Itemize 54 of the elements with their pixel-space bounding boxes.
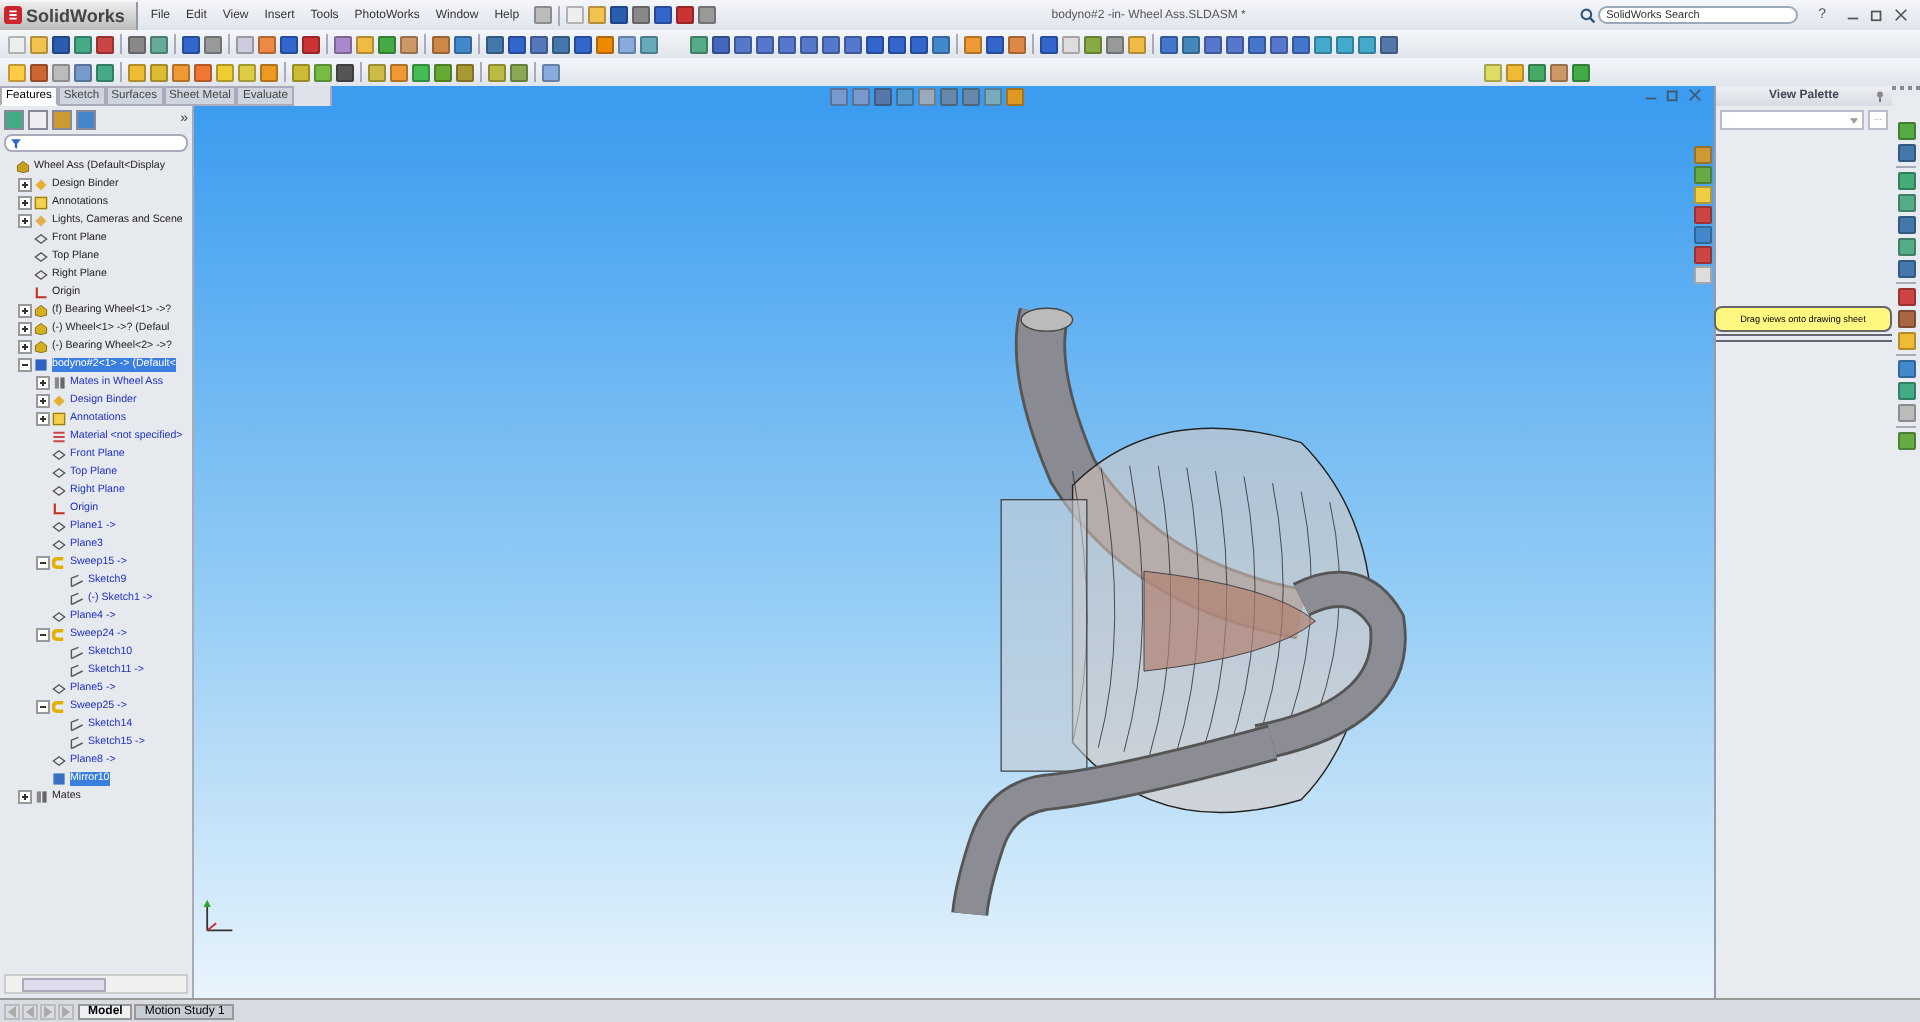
origin-icon [52,502,66,516]
expander-toggle[interactable] [18,196,32,210]
search-icon [1580,7,1597,23]
horizontal-scrollbar[interactable] [4,974,188,994]
body-icon [34,358,48,372]
assembly-icon [16,160,30,174]
mates-icon [34,790,48,804]
origin-icon [34,286,48,300]
filter-field[interactable] [4,134,188,152]
logo-icon [4,6,22,24]
sweep-icon [52,700,66,714]
restore-icon[interactable] [1666,88,1680,102]
mates-icon [52,376,66,390]
expander-toggle[interactable] [36,376,50,390]
expander-toggle[interactable] [18,304,32,318]
binder-icon [34,178,48,192]
pin-icon[interactable] [1874,90,1886,102]
annotation-icon [34,196,48,210]
app-logo: SolidWorks [0,1,139,29]
plane-icon [52,754,66,768]
sketch-icon [70,736,84,750]
plane-icon [52,682,66,696]
filter-icon [10,137,22,149]
sketch-icon [70,592,84,606]
expander-toggle[interactable] [36,412,50,426]
sketch-icon [70,574,84,588]
sketch-icon [70,646,84,660]
sketch-icon [70,718,84,732]
lights-icon [34,214,48,228]
expander-toggle[interactable] [18,790,32,804]
close-icon[interactable] [1894,8,1908,22]
expander-toggle[interactable] [18,358,32,372]
sweep-icon [52,628,66,642]
grip-handle[interactable] [1892,86,1920,106]
caret-icon [1849,117,1858,123]
expander-toggle[interactable] [18,322,32,336]
expander-toggle[interactable] [36,556,50,570]
expander-toggle[interactable] [36,700,50,714]
dropdown-field[interactable] [1720,110,1864,130]
sweep-icon [52,556,66,570]
annotation-icon [52,412,66,426]
plane-icon [52,610,66,624]
sketch-icon [70,664,84,678]
expander-toggle[interactable] [18,178,32,192]
expander-toggle[interactable] [18,214,32,228]
expander-toggle[interactable] [36,394,50,408]
material-icon [52,430,66,444]
close-icon[interactable] [1688,88,1702,102]
restore-icon[interactable] [1870,8,1884,22]
expander-toggle[interactable] [36,628,50,642]
axis-triad-icon [200,898,236,934]
binder-icon [52,394,66,408]
expander-toggle[interactable] [18,340,32,354]
mirror-icon [52,772,66,786]
